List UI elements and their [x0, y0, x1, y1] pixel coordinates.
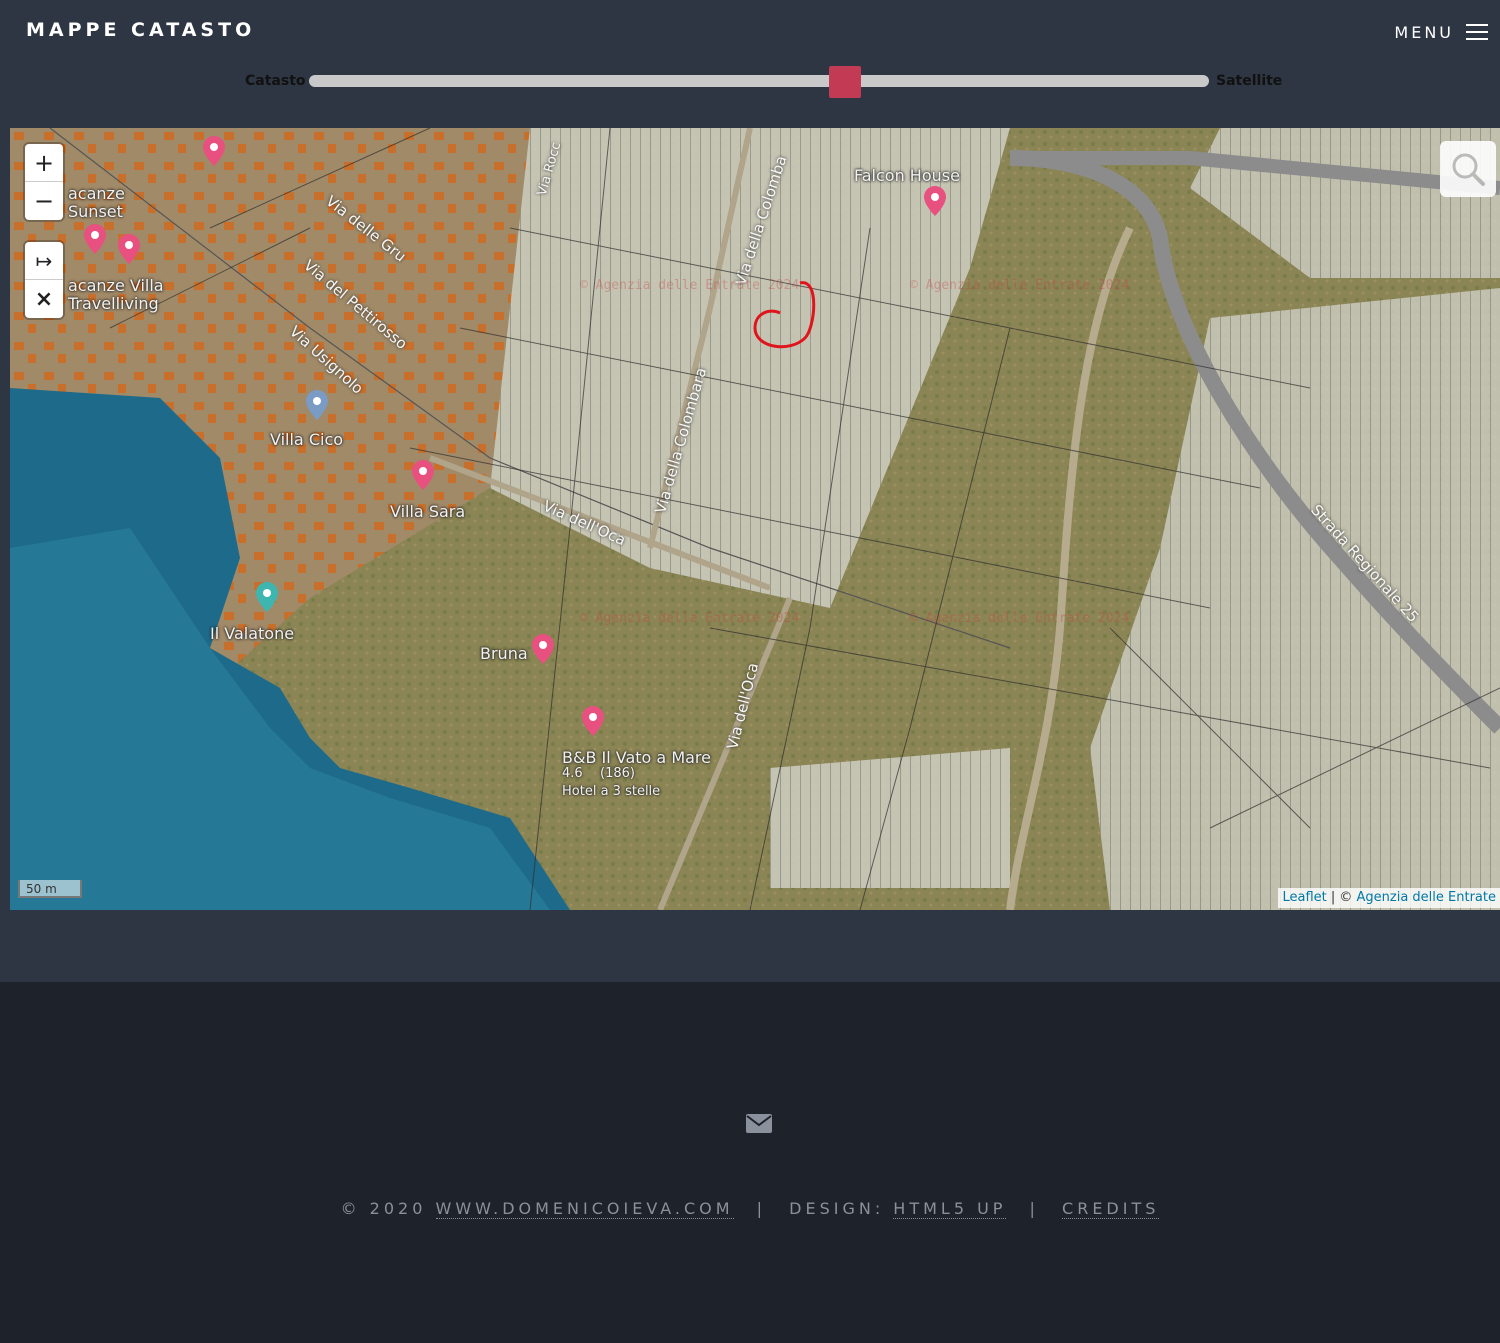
place-label: acanze	[68, 184, 125, 203]
place-label: (186)	[600, 766, 635, 781]
header: MAPPE CATASTO MENU Catasto Satellite aca…	[0, 0, 1500, 982]
place-label: 4.6	[562, 766, 583, 781]
map-viewport[interactable]: acanze Sunset acanze Villa Travelliving …	[10, 128, 1500, 910]
place-label: B&B Il Vato a Mare	[562, 748, 711, 767]
zoom-control: + −	[25, 144, 63, 220]
watermark: © Agenzia delle Entrate 2024	[910, 611, 1130, 626]
map-pin-icon[interactable]	[118, 234, 140, 264]
footer-copyright: © 2020 WWW.DOMENICOIEVA.COM | DESIGN: HT…	[0, 1199, 1500, 1219]
measure-button[interactable]: ↦	[25, 242, 63, 280]
search-icon	[1452, 153, 1485, 186]
place-label: Il Valatone	[210, 624, 295, 643]
agenzia-link[interactable]: Agenzia delle Entrate	[1357, 890, 1496, 905]
place-label: Falcon House	[854, 166, 960, 185]
design-label: DESIGN:	[789, 1199, 885, 1218]
watermark: © Agenzia delle Entrate 2024	[580, 278, 800, 293]
place-label: Travelliving	[68, 294, 159, 313]
copyright-text: © 2020	[340, 1199, 427, 1218]
map-scale: 50 m	[18, 880, 82, 898]
map-pin-icon[interactable]	[582, 706, 604, 736]
map-pin-icon[interactable]	[532, 634, 554, 664]
watermark: © Agenzia delle Entrate 2024	[580, 611, 800, 626]
place-label: Villa Sara	[390, 502, 466, 521]
opacity-slider-track[interactable]	[309, 75, 1209, 87]
site-link[interactable]: WWW.DOMENICOIEVA.COM	[435, 1199, 734, 1219]
slider-label-satellite: Satellite	[1216, 73, 1283, 89]
map-pin-icon[interactable]	[306, 390, 328, 420]
menu-label: MENU	[1394, 22, 1454, 42]
html5up-link[interactable]: HTML5 UP	[893, 1199, 1007, 1219]
place-label: Sunset	[68, 202, 123, 221]
site-title[interactable]: MAPPE CATASTO	[26, 19, 255, 41]
map-attribution: Leaflet | © Agenzia delle Entrate	[1278, 888, 1500, 908]
place-label: Villa Cico	[270, 430, 344, 449]
leaflet-link[interactable]: Leaflet	[1282, 890, 1326, 905]
zoom-out-button[interactable]: −	[25, 182, 63, 220]
footer-divider: |	[756, 1199, 767, 1218]
place-label: acanze Villa	[68, 276, 164, 295]
measure-control: ↦ ×	[25, 242, 63, 318]
attribution-separator: | ©	[1326, 890, 1357, 905]
map-pin-icon[interactable]	[256, 582, 278, 612]
footer-divider: |	[1029, 1199, 1039, 1218]
map-pin-icon[interactable]	[203, 136, 225, 166]
opacity-slider-thumb[interactable]	[829, 66, 861, 98]
hamburger-icon	[1466, 24, 1488, 40]
measure-icon: ↦	[35, 248, 53, 273]
credits-link[interactable]: CREDITS	[1062, 1199, 1160, 1219]
plus-icon: +	[33, 148, 55, 177]
minus-icon: −	[33, 187, 55, 215]
slider-label-catasto: Catasto	[245, 73, 306, 89]
map-pin-icon[interactable]	[412, 460, 434, 490]
place-label: Hotel a 3 stelle	[562, 784, 661, 799]
search-button[interactable]	[1440, 141, 1496, 197]
menu-button[interactable]: MENU	[1394, 19, 1488, 45]
zoom-in-button[interactable]: +	[25, 144, 63, 182]
watermark: © Agenzia delle Entrate 2024	[910, 278, 1130, 293]
place-label: Bruna	[480, 644, 528, 663]
map-pin-icon[interactable]	[84, 224, 106, 254]
envelope-icon[interactable]	[746, 1114, 772, 1133]
clear-measure-button[interactable]: ×	[25, 280, 63, 318]
map-pin-icon[interactable]	[924, 186, 946, 216]
close-icon: ×	[34, 286, 54, 312]
